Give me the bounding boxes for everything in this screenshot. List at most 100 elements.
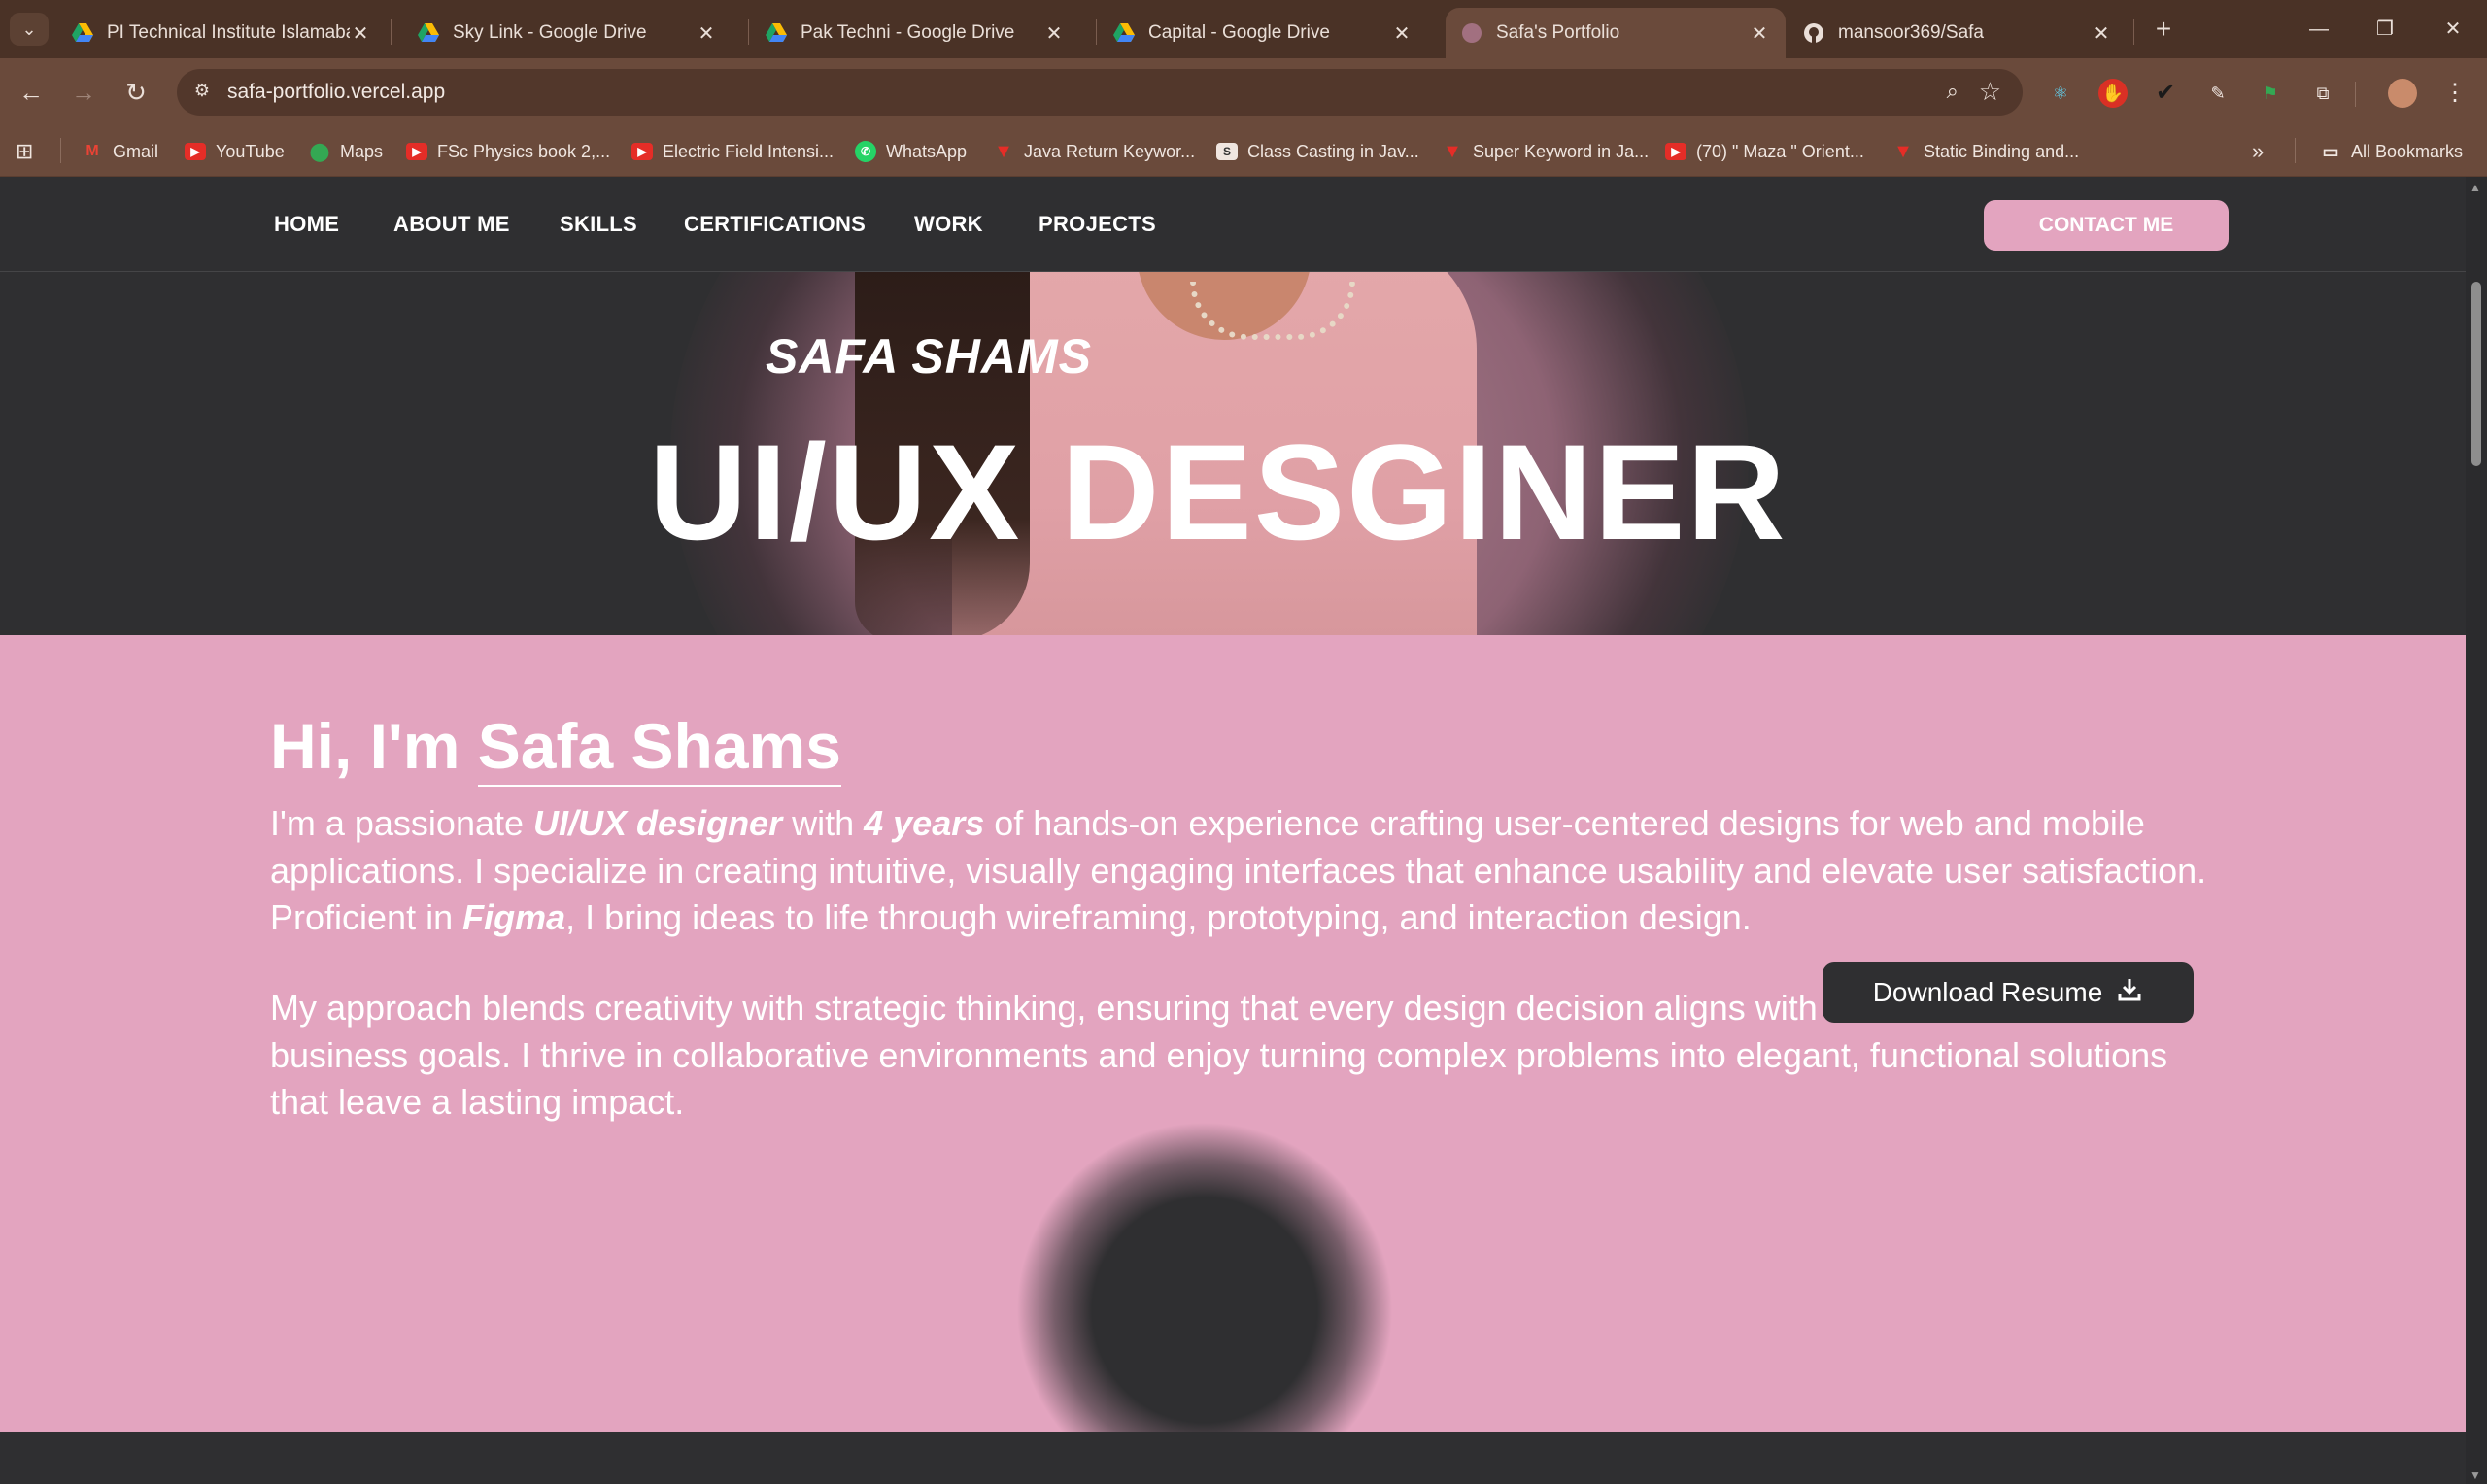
google-drive-icon: [72, 22, 93, 44]
red-v-icon: ▼: [994, 141, 1013, 162]
tab-separator: [1096, 19, 1097, 45]
color-picker-icon[interactable]: ✎: [2203, 79, 2232, 108]
portfolio-page: HOME ABOUT ME SKILLS CERTIFICATIONS WORK…: [0, 177, 2466, 1484]
checkmark-extension-icon[interactable]: ✔: [2151, 79, 2180, 108]
tab-search-button[interactable]: ⌄: [10, 13, 49, 46]
scroll-down-arrow-icon[interactable]: ▼: [2470, 1468, 2481, 1482]
chevron-down-icon: ⌄: [21, 18, 37, 39]
scrollbar-thumb[interactable]: [2471, 282, 2481, 466]
all-bookmarks-button[interactable]: ▭ All Bookmarks: [2320, 138, 2463, 165]
google-drive-icon: [418, 22, 439, 44]
react-devtools-icon[interactable]: ⚛: [2046, 79, 2075, 108]
next-section-edge: [0, 1432, 2466, 1484]
nav-work[interactable]: WORK: [914, 212, 983, 237]
bookmarks-bar: ⊞ M Gmail ▶ YouTube ⬤ Maps ▶ FSc Physics boo…: [0, 126, 2487, 177]
zoom-icon[interactable]: ⌕: [1947, 79, 1959, 104]
bookmark-super-keyword[interactable]: ▼ Super Keyword in Ja...: [1442, 138, 1649, 165]
close-icon[interactable]: ✕: [1391, 21, 1413, 46]
intro-paragraph: I'm a passionate UI/UX designer with 4 y…: [270, 803, 2207, 937]
tab-sky-link[interactable]: Sky Link - Google Drive ✕: [402, 8, 732, 58]
gmail-icon: M: [85, 143, 99, 159]
extensions-puzzle-icon[interactable]: ⧉: [2308, 79, 2337, 108]
bookmark-static-binding[interactable]: ▼ Static Binding and...: [1892, 138, 2079, 165]
contact-me-button[interactable]: CONTACT ME: [1984, 200, 2229, 251]
highlight-tool: Figma: [462, 897, 566, 937]
nav-skills[interactable]: SKILLS: [560, 212, 637, 237]
close-window-button[interactable]: ✕: [2419, 10, 2487, 49]
minimize-button[interactable]: —: [2285, 10, 2353, 49]
about-section: Hi, I'm Safa Shams I'm a passionate UI/U…: [0, 635, 2466, 1432]
close-icon[interactable]: ✕: [350, 21, 371, 46]
tab-capital[interactable]: Capital - Google Drive ✕: [1098, 8, 1428, 58]
red-v-icon: ▼: [1893, 141, 1913, 162]
bookmark-fsc-physics[interactable]: ▶ FSc Physics book 2,...: [406, 138, 610, 165]
more-menu-icon[interactable]: ⋮: [2440, 79, 2470, 108]
tab-title: Pak Techni - Google Drive: [801, 22, 1015, 43]
bookmark-electric-field[interactable]: ▶ Electric Field Intensi...: [631, 138, 834, 165]
browser-tab-strip: ⌄ PI Technical Institute Islamabad ✕ Sky…: [0, 0, 2487, 58]
restore-button[interactable]: ❐: [2351, 10, 2419, 49]
bookmark-whatsapp[interactable]: ✆ WhatsApp: [855, 138, 967, 165]
bookmark-java-return[interactable]: ▼ Java Return Keywor...: [993, 138, 1195, 165]
tab-pak-techni[interactable]: Pak Techni - Google Drive ✕: [750, 8, 1080, 58]
tab-title: mansoor369/Safa: [1838, 22, 1984, 43]
bookmarks-separator: [60, 138, 61, 163]
bookmark-class-casting[interactable]: S Class Casting in Jav...: [1216, 138, 1419, 165]
profile-avatar[interactable]: [2388, 79, 2417, 108]
greeting-prefix: Hi, I'm: [270, 710, 478, 782]
tab-pi-technical[interactable]: PI Technical Institute Islamabad ✕: [56, 8, 387, 58]
greeting-heading: Hi, I'm Safa Shams: [270, 709, 841, 787]
tab-separator: [748, 19, 749, 45]
tab-separator: [391, 19, 392, 45]
highlight-years: 4 years: [864, 803, 985, 843]
close-icon[interactable]: ✕: [696, 21, 717, 46]
close-icon[interactable]: ✕: [1749, 21, 1770, 46]
tab-github-safa[interactable]: mansoor369/Safa ✕: [1788, 8, 2128, 58]
youtube-icon: ▶: [1665, 143, 1686, 160]
red-v-icon: ▼: [1443, 141, 1462, 162]
github-icon: [1803, 22, 1824, 44]
youtube-icon: ▶: [185, 143, 206, 160]
adblock-hand-icon[interactable]: ✋: [2098, 79, 2128, 108]
hero-name: SAFA SHAMS: [766, 329, 1092, 384]
green-extension-icon[interactable]: ⚑: [2256, 79, 2285, 108]
nav-about-me[interactable]: ABOUT ME: [393, 212, 510, 237]
forward-arrow-icon[interactable]: →: [66, 75, 101, 110]
bookmark-maza-orient[interactable]: ▶ (70) " Maza " Orient...: [1665, 138, 1864, 165]
maps-icon: ⬤: [309, 142, 330, 161]
download-resume-button[interactable]: Download Resume: [1823, 962, 2194, 1023]
page-scrollbar[interactable]: ▲ ▼: [2466, 177, 2487, 1484]
apps-grid-icon[interactable]: ⊞: [16, 138, 33, 165]
bookmark-gmail[interactable]: M Gmail: [82, 138, 158, 165]
nav-home[interactable]: HOME: [274, 212, 339, 237]
whatsapp-icon: ✆: [855, 141, 876, 162]
more-bookmarks-button[interactable]: »: [2252, 138, 2264, 165]
tab-title: Capital - Google Drive: [1148, 22, 1330, 43]
back-arrow-icon[interactable]: ←: [14, 75, 49, 110]
close-icon[interactable]: ✕: [2091, 21, 2112, 46]
tab-separator: [2133, 19, 2134, 45]
greeting-name: Safa Shams: [477, 709, 841, 787]
bookmarks-separator: [2295, 138, 2296, 163]
bookmark-maps[interactable]: ⬤ Maps: [309, 138, 383, 165]
toolbar-separator: [2355, 82, 2356, 107]
nav-certifications[interactable]: CERTIFICATIONS: [684, 212, 866, 237]
address-url[interactable]: safa-portfolio.vercel.app: [227, 81, 445, 104]
nav-projects[interactable]: PROJECTS: [1039, 212, 1156, 237]
bookmark-star-icon[interactable]: ☆: [1979, 77, 2001, 107]
youtube-icon: ▶: [406, 143, 427, 160]
google-drive-icon: [1113, 22, 1135, 44]
reload-icon[interactable]: ↻: [119, 75, 153, 110]
address-bar[interactable]: ⚙ safa-portfolio.vercel.app ⌕ ☆: [177, 69, 2023, 116]
site-navbar: HOME ABOUT ME SKILLS CERTIFICATIONS WORK…: [0, 177, 2466, 272]
hero-title: UI/UX DESGINER: [649, 416, 1788, 568]
close-icon[interactable]: ✕: [1043, 21, 1065, 46]
bookmark-youtube[interactable]: ▶ YouTube: [185, 138, 285, 165]
scroll-up-arrow-icon[interactable]: ▲: [2470, 181, 2481, 194]
site-info-icon[interactable]: ⚙: [190, 81, 214, 104]
download-resume-label: Download Resume: [1872, 977, 2103, 1007]
tab-safas-portfolio[interactable]: Safa's Portfolio ✕: [1446, 8, 1786, 58]
portfolio-favicon-icon: [1461, 22, 1482, 44]
youtube-icon: ▶: [631, 143, 653, 160]
new-tab-button[interactable]: +: [2147, 14, 2180, 47]
